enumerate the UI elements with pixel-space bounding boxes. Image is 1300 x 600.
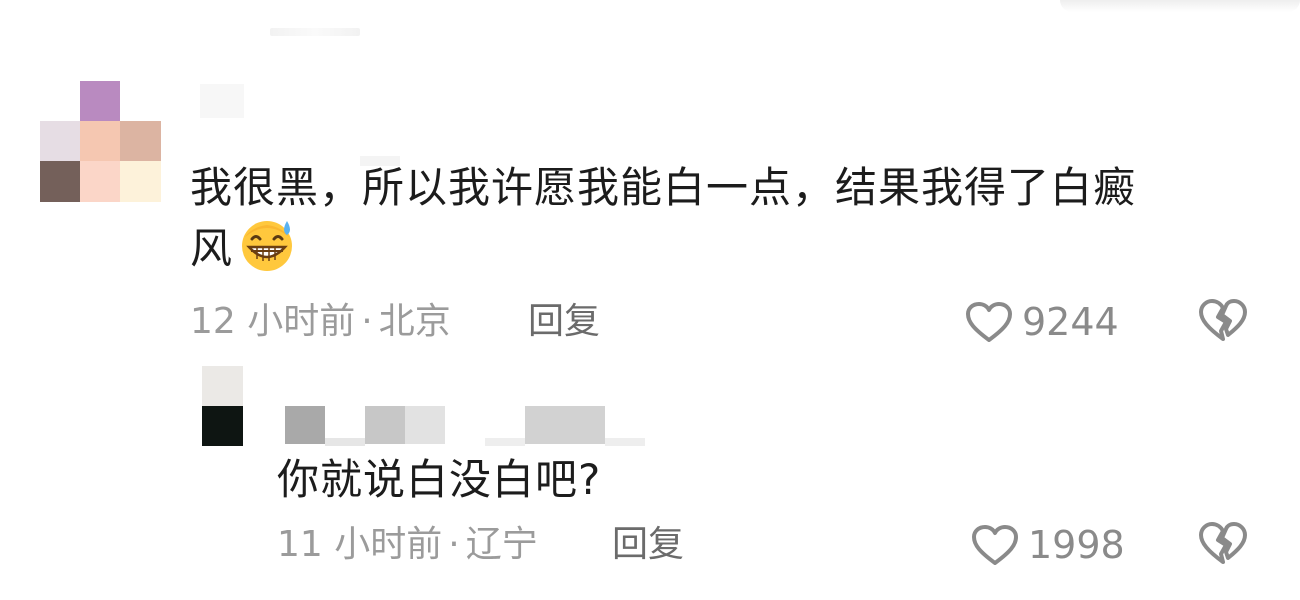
reply-button[interactable]: 回复 xyxy=(612,525,684,565)
top-edge-fade xyxy=(1060,0,1300,12)
avatar[interactable] xyxy=(202,366,243,446)
heart-outline-icon xyxy=(966,302,1012,342)
like-button[interactable]: 1998 xyxy=(970,523,1125,567)
broken-heart-icon xyxy=(1199,299,1247,341)
comment-time: 12 小时前 xyxy=(190,301,356,342)
comment-text-line: 我很黑，所以我许愿我能白一点，结果我得了白癜 xyxy=(190,163,1137,212)
comment-text: 我很黑，所以我许愿我能白一点，结果我得了白癜 风 xyxy=(190,159,1270,288)
comment-text-line: 风 xyxy=(190,217,1270,288)
like-count: 1998 xyxy=(1028,523,1125,567)
separator-dot: · xyxy=(361,301,373,342)
comment-meta: 11 小时前 · 辽宁 xyxy=(277,525,538,565)
reply-text: 你就说白没白吧? xyxy=(277,455,602,504)
comment-location: 辽宁 xyxy=(465,524,538,565)
dislike-button[interactable] xyxy=(1197,520,1249,570)
dislike-button[interactable] xyxy=(1197,297,1249,347)
broken-heart-icon xyxy=(1199,522,1247,564)
comment-time: 11 小时前 xyxy=(277,524,443,565)
sweat-smile-emoji-icon xyxy=(237,217,297,288)
like-count: 9244 xyxy=(1022,300,1119,344)
comment-location: 北京 xyxy=(378,301,451,342)
separator-dot: · xyxy=(448,524,460,565)
comment-meta: 12 小时前 · 北京 xyxy=(190,302,451,342)
reply-button[interactable]: 回复 xyxy=(528,302,600,342)
heart-outline-icon xyxy=(972,525,1018,565)
blurred-previous-username xyxy=(270,28,360,36)
like-button[interactable]: 9244 xyxy=(964,300,1119,344)
blurred-username[interactable] xyxy=(285,400,655,450)
avatar[interactable] xyxy=(40,81,161,202)
